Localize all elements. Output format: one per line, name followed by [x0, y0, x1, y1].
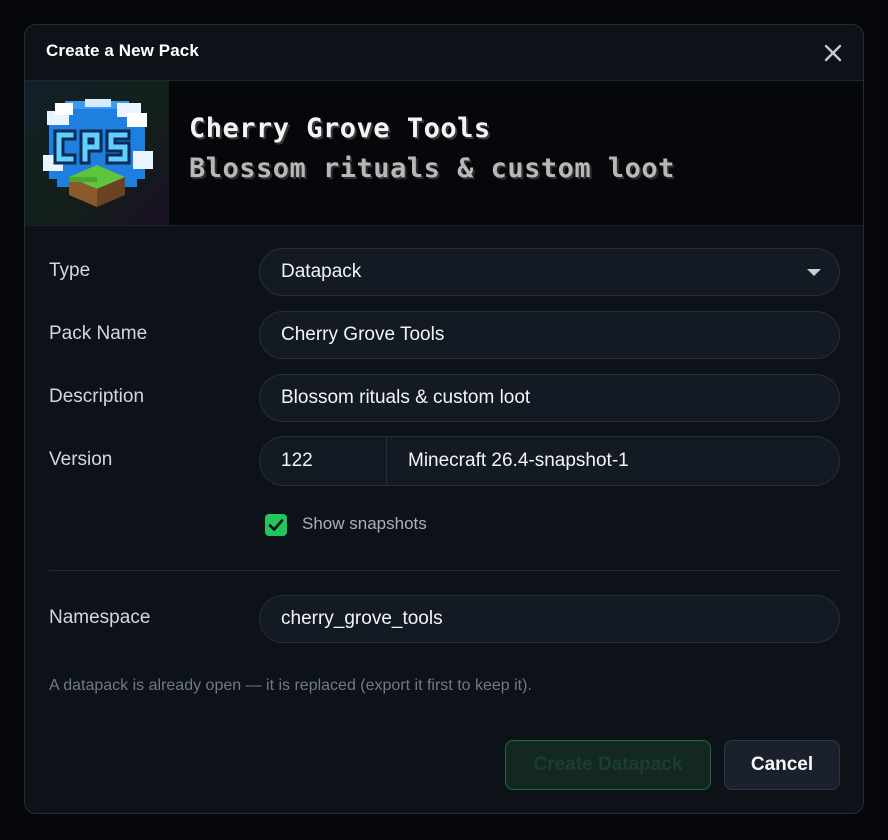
namespace-label: Namespace: [49, 607, 151, 628]
type-value: Datapack: [281, 261, 362, 282]
version-name-select[interactable]: Minecraft 26.4-snapshot-1: [388, 437, 839, 485]
type-select[interactable]: Datapack: [259, 248, 840, 296]
description-input[interactable]: Blossom rituals & custom loot: [259, 374, 840, 422]
cancel-button[interactable]: Cancel: [724, 740, 840, 790]
show-snapshots-checkbox[interactable]: [265, 514, 287, 536]
chevron-down-icon: [807, 269, 821, 276]
pack-banner: Cherry Grove Tools Blossom rituals & cus…: [25, 81, 863, 226]
version-label: Version: [49, 449, 113, 470]
version-field: 122 Minecraft 26.4-snapshot-1: [259, 436, 840, 486]
pack-logo-icon: [43, 99, 153, 207]
dialog-title: Create a New Pack: [46, 41, 199, 60]
pack-name-label: Pack Name: [49, 323, 148, 344]
type-label: Type: [49, 260, 91, 281]
show-snapshots-label[interactable]: Show snapshots: [302, 514, 427, 534]
banner-title: Cherry Grove Tools: [189, 113, 491, 144]
description-value: Blossom rituals & custom loot: [281, 387, 531, 408]
version-number-input[interactable]: 122: [260, 437, 387, 485]
close-icon: [824, 44, 842, 62]
checkmark-icon: [268, 519, 284, 531]
pack-name-value: Cherry Grove Tools: [281, 324, 445, 345]
dialog-header: Create a New Pack: [25, 25, 863, 81]
banner-subtitle: Blossom rituals & custom loot: [189, 153, 675, 184]
create-datapack-button[interactable]: Create Datapack: [505, 740, 711, 790]
description-label: Description: [49, 386, 145, 407]
pack-name-input[interactable]: Cherry Grove Tools: [259, 311, 840, 359]
namespace-value: cherry_grove_tools: [281, 608, 443, 629]
create-pack-dialog: Create a New Pack Cherry Grove Tools Blo…: [24, 24, 864, 814]
divider: [49, 570, 840, 571]
namespace-input[interactable]: cherry_grove_tools: [259, 595, 840, 643]
close-button[interactable]: [823, 43, 843, 63]
pack-logo: [25, 81, 169, 225]
replace-warning-note: A datapack is already open — it is repla…: [49, 677, 532, 694]
